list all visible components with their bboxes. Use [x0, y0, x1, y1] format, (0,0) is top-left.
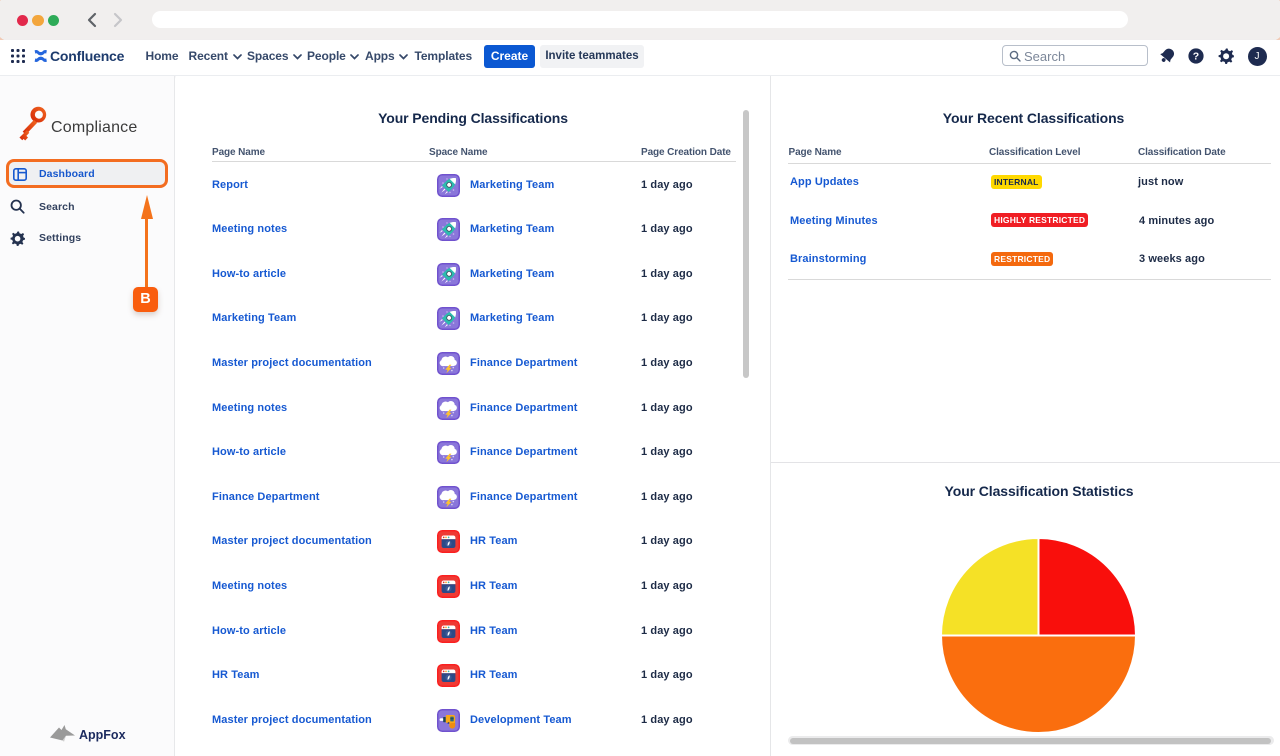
- svg-text:?: ?: [1193, 51, 1199, 63]
